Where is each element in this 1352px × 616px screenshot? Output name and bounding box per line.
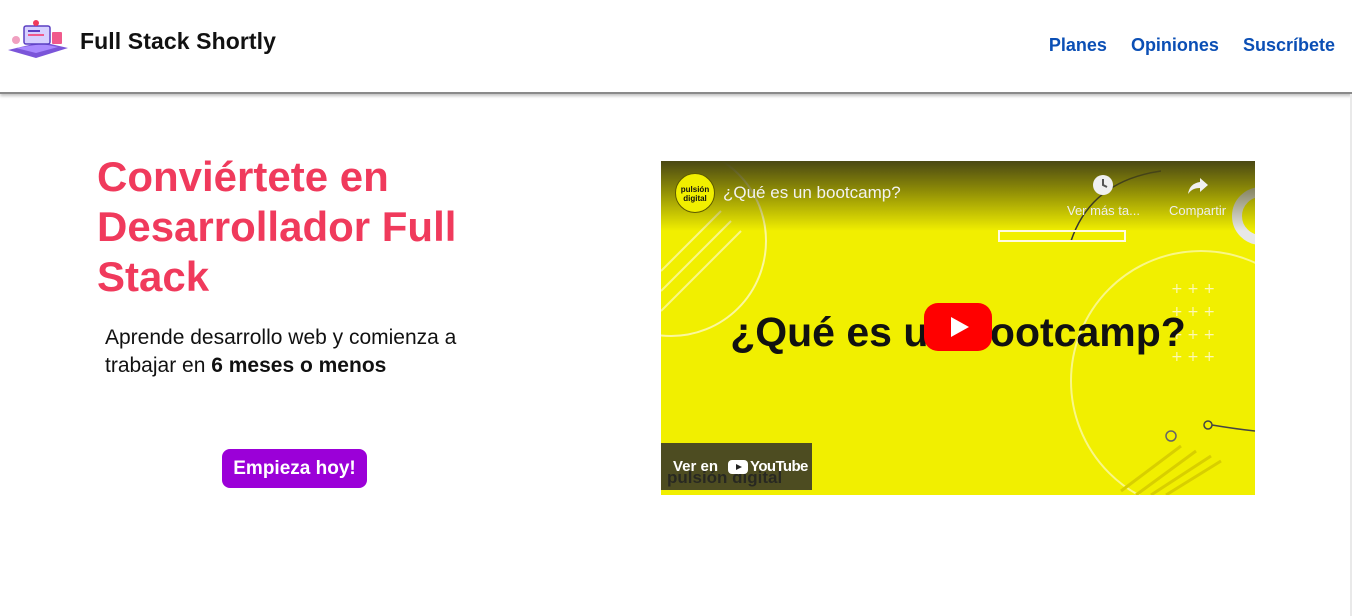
video-title-link[interactable]: ¿Qué es un bootcamp? bbox=[723, 183, 901, 203]
youtube-wordmark: YouTube bbox=[750, 458, 808, 475]
youtube-play-box bbox=[728, 459, 749, 474]
watch-later-label: Ver más ta... bbox=[1067, 203, 1140, 218]
logo-icon[interactable] bbox=[6, 20, 70, 60]
main-nav: Planes Opiniones Suscríbete bbox=[1049, 35, 1335, 56]
share-icon bbox=[1187, 178, 1208, 194]
brand-name[interactable]: Full Stack Shortly bbox=[80, 28, 276, 55]
nav-link-suscribete[interactable]: Suscríbete bbox=[1243, 35, 1335, 56]
site-header: Full Stack Shortly Planes Opiniones Susc… bbox=[0, 0, 1352, 94]
share-label: Compartir bbox=[1169, 203, 1227, 218]
play-icon[interactable] bbox=[924, 303, 992, 351]
watch-on-label: Ver en bbox=[673, 458, 719, 475]
svg-text:+ + +: + + + bbox=[1171, 281, 1215, 297]
start-today-button[interactable]: Empieza hoy! bbox=[222, 449, 367, 488]
youtube-video-embed[interactable]: + + + + + + + + + + + + pulsión digital ¿Q… bbox=[661, 161, 1255, 495]
clock-icon bbox=[1093, 175, 1114, 195]
hero-title: Conviértete en Desarrollador Full Stack bbox=[97, 153, 457, 300]
nav-link-opiniones[interactable]: Opiniones bbox=[1131, 35, 1219, 56]
youtube-icon: YouTube bbox=[728, 458, 808, 475]
nav-link-planes[interactable]: Planes bbox=[1049, 35, 1107, 56]
watch-on-youtube-button[interactable]: Ver en YouTube bbox=[661, 443, 812, 490]
watch-later-button[interactable]: Ver más ta... bbox=[1067, 173, 1140, 218]
share-button[interactable]: Compartir bbox=[1169, 173, 1226, 218]
hero-subtitle-highlight: 6 meses o menos bbox=[211, 354, 387, 377]
channel-avatar-text: pulsión digital bbox=[680, 185, 710, 203]
hero-subtitle: Aprende desarrollo web y comienza a trab… bbox=[105, 324, 505, 380]
channel-avatar[interactable]: pulsión digital bbox=[675, 173, 715, 213]
